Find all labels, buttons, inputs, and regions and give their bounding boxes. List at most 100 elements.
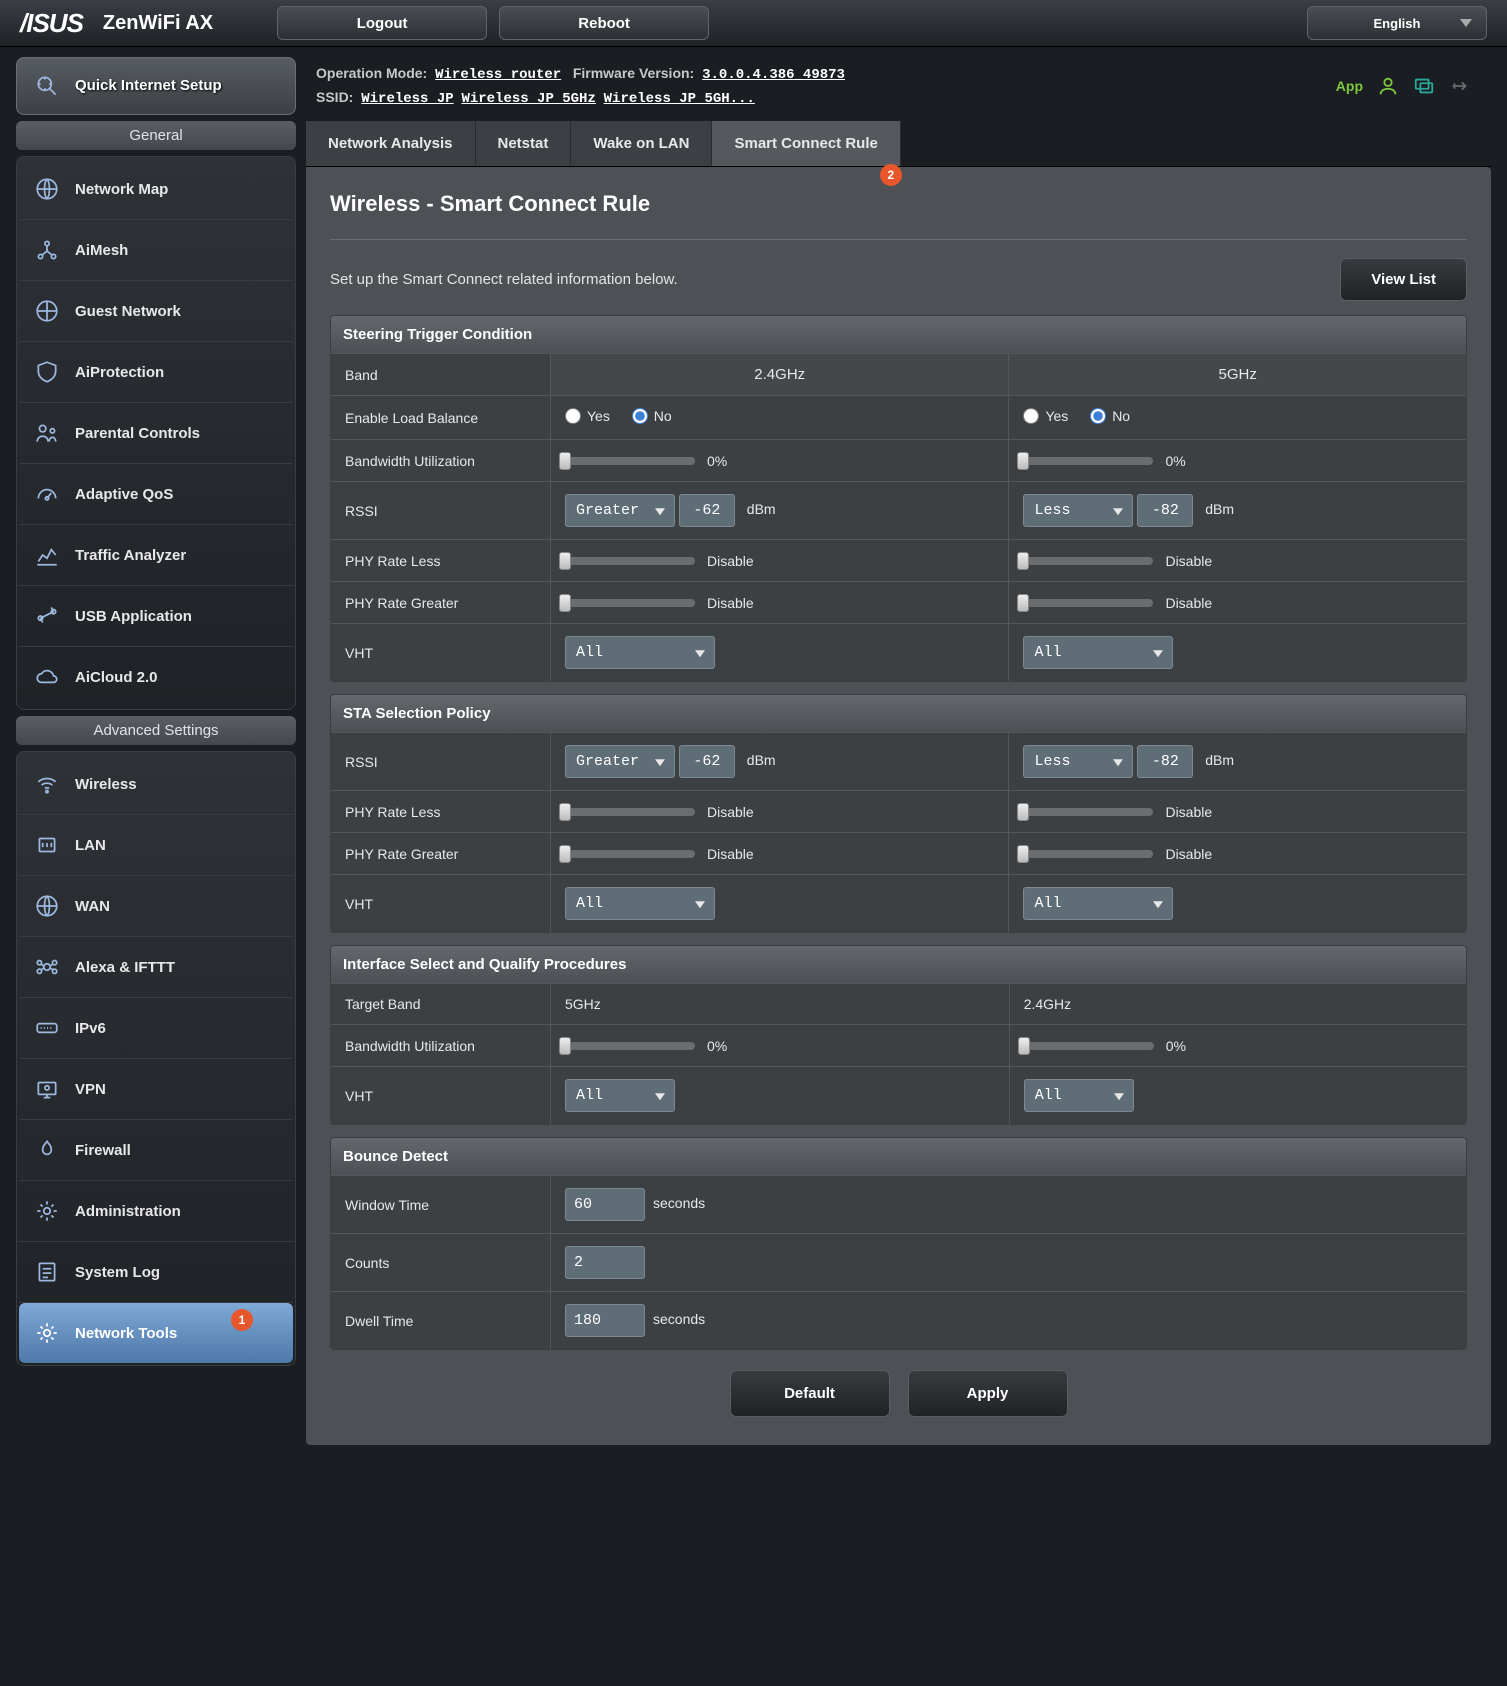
sidebar-item-lan[interactable]: LAN (19, 815, 293, 876)
sidebar-item-wan[interactable]: WAN (19, 876, 293, 937)
sidebar-item-usb-application[interactable]: USB Application (19, 586, 293, 647)
ssid1-link[interactable]: Wireless JP (361, 91, 453, 107)
screen-icon[interactable] (1413, 75, 1435, 97)
sidebar-item-ipv6[interactable]: IPv6 (19, 998, 293, 1059)
elb-24-no[interactable]: No (632, 408, 672, 424)
reboot-button[interactable]: Reboot (499, 6, 709, 40)
cnt-input[interactable] (565, 1246, 645, 1279)
prl-24-slider[interactable]: Disable (565, 553, 754, 569)
sidebar-item-alexa-ifttt[interactable]: Alexa & IFTTT (19, 937, 293, 998)
steering-head: Steering Trigger Condition (331, 316, 1466, 353)
wt-input[interactable] (565, 1188, 645, 1221)
iface-vht-24[interactable]: All (565, 1079, 675, 1112)
sta-rssi-5-val[interactable] (1137, 745, 1193, 778)
dw-input[interactable] (565, 1304, 645, 1337)
administration-icon (33, 1197, 61, 1225)
vht-5[interactable]: All (1023, 636, 1173, 669)
bw-24-slider[interactable]: 0% (565, 453, 727, 469)
sta-prg-5[interactable]: Disable (1023, 846, 1212, 862)
sidebar-item-vpn[interactable]: VPN (19, 1059, 293, 1120)
firewall-icon (33, 1136, 61, 1164)
sta-table: STA Selection Policy RSSI Greater dBm Le… (330, 694, 1467, 933)
sta-prl-24[interactable]: Disable (565, 804, 754, 820)
sta-rssi-24-op[interactable]: Greater (565, 745, 675, 778)
sta-head: STA Selection Policy (331, 695, 1466, 732)
sidebar-item-aiprotection[interactable]: AiProtection (19, 342, 293, 403)
prl-5-slider[interactable]: Disable (1023, 553, 1212, 569)
ssid2-link[interactable]: Wireless JP 5GHz (461, 91, 595, 107)
traffic-analyzer-icon (33, 541, 61, 569)
sidebar-item-aicloud-2-0[interactable]: AiCloud 2.0 (19, 647, 293, 707)
elb-5-yes[interactable]: Yes (1023, 408, 1068, 424)
tab-netstat[interactable]: Netstat (476, 121, 572, 166)
iface-bw-24[interactable]: 0% (565, 1038, 727, 1054)
sidebar-item-network-map[interactable]: Network Map (19, 159, 293, 220)
ssid3-link[interactable]: Wireless JP 5GH... (604, 91, 755, 107)
opmode-link[interactable]: Wireless router (435, 67, 561, 83)
sidebar-item-label: Network Map (75, 181, 168, 198)
view-list-button[interactable]: View List (1340, 258, 1467, 301)
sidebar-item-label: Administration (75, 1203, 181, 1220)
guest-network-icon (33, 297, 61, 325)
prg-5-slider[interactable]: Disable (1023, 595, 1212, 611)
tab-wake-on-lan[interactable]: Wake on LAN (571, 121, 712, 166)
rssi-5-val[interactable] (1137, 494, 1193, 527)
sidebar-item-adaptive-qos[interactable]: Adaptive QoS (19, 464, 293, 525)
sidebar-item-system-log[interactable]: System Log (19, 1242, 293, 1303)
sta-prg-24[interactable]: Disable (565, 846, 754, 862)
bounce-head: Bounce Detect (331, 1138, 1466, 1175)
sidebar-item-traffic-analyzer[interactable]: Traffic Analyzer (19, 525, 293, 586)
sidebar-item-wireless[interactable]: Wireless (19, 754, 293, 815)
page-title: Wireless - Smart Connect Rule (330, 191, 1467, 217)
sta-rssi-5-op[interactable]: Less (1023, 745, 1133, 778)
iface-bw-5[interactable]: 0% (1024, 1038, 1186, 1054)
fw-link[interactable]: 3.0.0.4.386_49873 (702, 67, 845, 83)
elb-label: Enable Load Balance (331, 395, 551, 439)
tab-smart-connect-rule[interactable]: Smart Connect Rule 2 (712, 121, 900, 166)
sta-vht-24[interactable]: All (565, 887, 715, 920)
language-label: English (1374, 16, 1421, 31)
iface-table: Interface Select and Qualify Procedures … (330, 945, 1467, 1125)
iface-vht-5[interactable]: All (1024, 1079, 1134, 1112)
rssi-5-op[interactable]: Less (1023, 494, 1133, 527)
language-select[interactable]: English (1307, 6, 1487, 40)
sidebar: Quick Internet Setup General Network Map… (16, 57, 296, 1445)
sidebar-general-head: General (16, 121, 296, 150)
alexa-ifttt-icon (33, 953, 61, 981)
infobar: Operation Mode: Wireless router Firmware… (306, 57, 1491, 121)
tab-network-analysis[interactable]: Network Analysis (306, 121, 476, 166)
sta-rssi-24-val[interactable] (679, 745, 735, 778)
steering-table: Steering Trigger Condition Band 2.4GHz 5… (330, 315, 1467, 682)
sidebar-item-administration[interactable]: Administration (19, 1181, 293, 1242)
elb-5-no[interactable]: No (1090, 408, 1130, 424)
app-link[interactable]: App (1336, 78, 1363, 94)
quick-internet-setup[interactable]: Quick Internet Setup (16, 57, 296, 115)
quick-setup-label: Quick Internet Setup (75, 77, 222, 95)
panel: Wireless - Smart Connect Rule Set up the… (306, 167, 1491, 1445)
elb-24-yes[interactable]: Yes (565, 408, 610, 424)
chevron-down-icon (1460, 19, 1472, 27)
apply-button[interactable]: Apply (908, 1370, 1068, 1417)
dbm-unit: dBm (747, 501, 776, 517)
sidebar-item-label: Guest Network (75, 303, 181, 320)
sidebar-item-aimesh[interactable]: AiMesh (19, 220, 293, 281)
sidebar-item-guest-network[interactable]: Guest Network (19, 281, 293, 342)
system-log-icon (33, 1258, 61, 1286)
rssi-24-op[interactable]: Greater (565, 494, 675, 527)
band-24: 2.4GHz (551, 353, 1009, 395)
rssi-24-val[interactable] (679, 494, 735, 527)
sta-prl-5[interactable]: Disable (1023, 804, 1212, 820)
sidebar-item-parental-controls[interactable]: Parental Controls (19, 403, 293, 464)
logout-button[interactable]: Logout (277, 6, 487, 40)
prg-24-slider[interactable]: Disable (565, 595, 754, 611)
bw-5-slider[interactable]: 0% (1023, 453, 1185, 469)
usb-icon[interactable] (1449, 75, 1471, 97)
sidebar-item-network-tools[interactable]: Network Tools1 (19, 1303, 293, 1363)
sidebar-item-firewall[interactable]: Firewall (19, 1120, 293, 1181)
sidebar-item-label: Firewall (75, 1142, 131, 1159)
bw-24-val: 0% (707, 453, 727, 469)
sta-vht-5[interactable]: All (1023, 887, 1173, 920)
vht-24[interactable]: All (565, 636, 715, 669)
user-icon[interactable] (1377, 75, 1399, 97)
default-button[interactable]: Default (730, 1370, 890, 1417)
